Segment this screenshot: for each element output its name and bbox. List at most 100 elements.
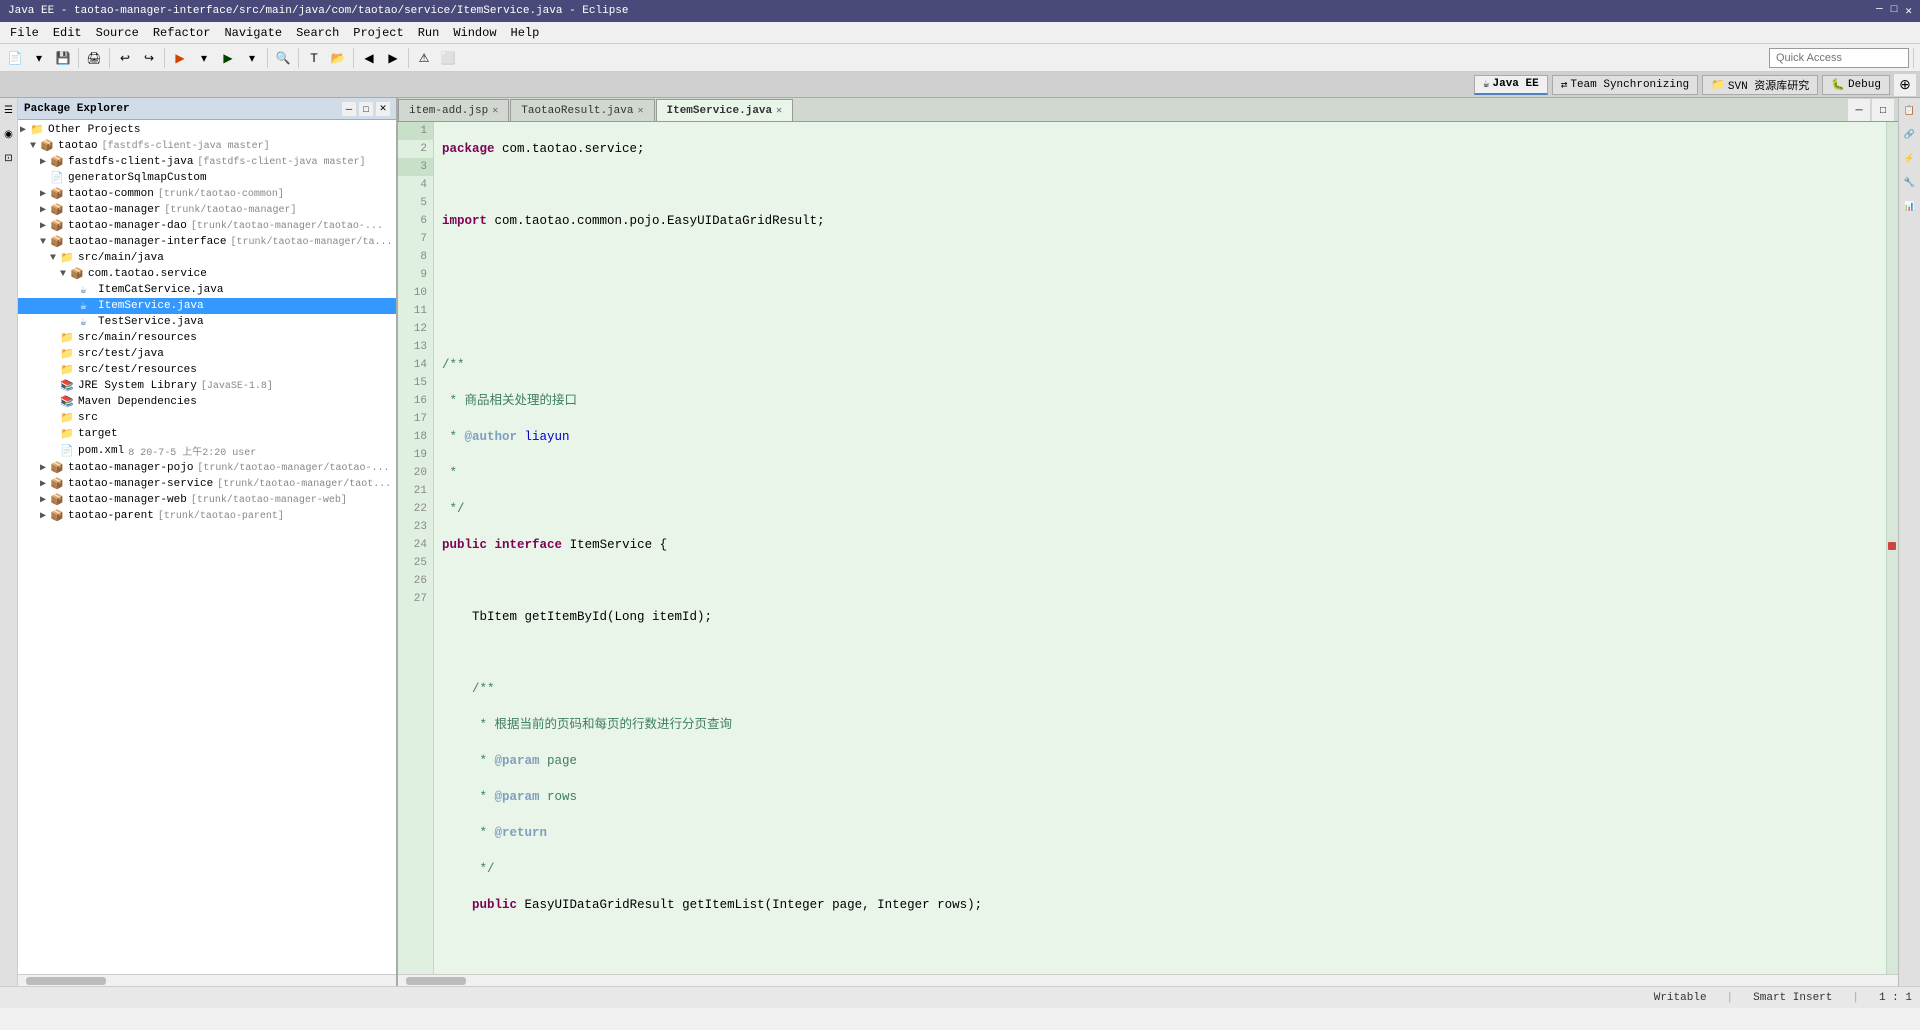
- tree-item-src-test-resources[interactable]: 📁 src/test/resources: [18, 362, 396, 378]
- tree-item-target[interactable]: 📁 target: [18, 426, 396, 442]
- editor-maximize-btn[interactable]: □: [1872, 99, 1894, 121]
- run-btn[interactable]: ▶: [217, 47, 239, 69]
- tree-item-itemservice[interactable]: ☕ ItemService.java: [18, 298, 396, 314]
- tree-label: taotao-manager-service: [68, 478, 213, 490]
- new-dropdown-btn[interactable]: ▾: [28, 47, 50, 69]
- prev-btn[interactable]: ▶: [382, 47, 404, 69]
- menu-edit[interactable]: Edit: [47, 24, 88, 42]
- pe-close-btn[interactable]: ✕: [376, 102, 390, 116]
- right-icon-2[interactable]: 🔗: [1902, 126, 1918, 142]
- maximize-btn[interactable]: □: [1891, 4, 1898, 18]
- menu-navigate[interactable]: Navigate: [218, 24, 288, 42]
- tree-item-other-projects[interactable]: ▶ 📁 Other Projects: [18, 122, 396, 138]
- tree-item-taotao-manager-interface[interactable]: ▼ 📦 taotao-manager-interface [trunk/taot…: [18, 234, 396, 250]
- tree-label: ItemService.java: [98, 300, 204, 312]
- run-dropdown-btn[interactable]: ▾: [241, 47, 263, 69]
- tree-item-maven[interactable]: 📚 Maven Dependencies: [18, 394, 396, 410]
- editor-bottom-scrollbar[interactable]: [398, 974, 1898, 986]
- title-text: Java EE - taotao-manager-interface/src/m…: [8, 5, 629, 17]
- menu-search[interactable]: Search: [290, 24, 345, 42]
- tree-item-src-main-java[interactable]: ▼ 📁 src/main/java: [18, 250, 396, 266]
- tree-item-testservice[interactable]: ☕ TestService.java: [18, 314, 396, 330]
- h-scrollbar-thumb[interactable]: [406, 977, 466, 985]
- open-perspective-btn[interactable]: ⊕: [1894, 74, 1916, 96]
- persp-tab-debug[interactable]: 🐛 Debug: [1822, 75, 1890, 95]
- scrollbar-thumb[interactable]: [26, 977, 106, 985]
- debug-dropdown-btn[interactable]: ▾: [193, 47, 215, 69]
- tree-item-com-taotao-service[interactable]: ▼ 📦 com.taotao.service: [18, 266, 396, 282]
- pe-maximize-btn[interactable]: □: [359, 102, 373, 116]
- tree-arrow: ▶: [40, 494, 50, 506]
- new-btn[interactable]: 📄: [4, 47, 26, 69]
- pe-minimize-btn[interactable]: ─: [342, 102, 356, 116]
- title-bar-controls[interactable]: ─ □ ✕: [1876, 4, 1912, 18]
- title-bar: Java EE - taotao-manager-interface/src/m…: [0, 0, 1920, 22]
- line-num-4: 4: [398, 176, 433, 194]
- tree-item-taotao-manager-web[interactable]: ▶ 📦 taotao-manager-web [trunk/taotao-man…: [18, 492, 396, 508]
- menu-file[interactable]: File: [4, 24, 45, 42]
- right-icon-3[interactable]: ⚡: [1902, 150, 1918, 166]
- menu-source[interactable]: Source: [90, 24, 145, 42]
- search-btn[interactable]: 🔍: [272, 47, 294, 69]
- menu-project[interactable]: Project: [347, 24, 409, 42]
- tab-item-add-jsp[interactable]: item-add.jsp ✕: [398, 99, 509, 121]
- tree-item-taotao-manager-dao[interactable]: ▶ 📦 taotao-manager-dao [trunk/taotao-man…: [18, 218, 396, 234]
- left-icon-2[interactable]: ◉: [1, 126, 17, 142]
- save-btn[interactable]: 💾: [52, 47, 74, 69]
- tree-item-itemcatservice[interactable]: ☕ ItemCatService.java: [18, 282, 396, 298]
- tree-label: src: [78, 412, 98, 424]
- redo-btn[interactable]: ↪: [138, 47, 160, 69]
- right-icon-4[interactable]: 🔧: [1902, 174, 1918, 190]
- right-icon-5[interactable]: 📊: [1902, 198, 1918, 214]
- tab-close-icon[interactable]: ✕: [492, 105, 498, 117]
- console-btn[interactable]: ⬜: [437, 47, 459, 69]
- tab-itemservice[interactable]: ItemService.java ✕: [656, 99, 794, 121]
- tree-item-fastdfs[interactable]: ▶ 📦 fastdfs-client-java [fastdfs-client-…: [18, 154, 396, 170]
- tree-item-src[interactable]: 📁 src: [18, 410, 396, 426]
- left-icon-1[interactable]: ☰: [1, 102, 17, 118]
- tree-label: TestService.java: [98, 316, 204, 328]
- tree-item-taotao-common[interactable]: ▶ 📦 taotao-common [trunk/taotao-common]: [18, 186, 396, 202]
- persp-tab-svn[interactable]: 📁 SVN 资源库研究: [1702, 75, 1818, 95]
- tree-item-taotao[interactable]: ▼ 📦 taotao [fastdfs-client-java master]: [18, 138, 396, 154]
- code-content[interactable]: package com.taotao.service; import com.t…: [434, 122, 1886, 974]
- tree-item-jre[interactable]: 📚 JRE System Library [JavaSE-1.8]: [18, 378, 396, 394]
- close-btn[interactable]: ✕: [1905, 4, 1912, 18]
- tree-item-src-test-java[interactable]: 📁 src/test/java: [18, 346, 396, 362]
- menu-window[interactable]: Window: [447, 24, 502, 42]
- line-num-18: 18: [398, 428, 433, 446]
- quick-access-input[interactable]: [1769, 48, 1909, 68]
- tab-close-icon[interactable]: ✕: [637, 105, 643, 117]
- print-btn[interactable]: 🖨: [83, 47, 105, 69]
- minimize-btn[interactable]: ─: [1876, 4, 1883, 18]
- explorer-scrollbar-h[interactable]: [18, 974, 396, 986]
- problems-btn[interactable]: ⚠: [413, 47, 435, 69]
- toolbar-sep-2: [109, 48, 110, 68]
- persp-tab-team-sync[interactable]: ⇄ Team Synchronizing: [1552, 75, 1698, 95]
- tree-item-taotao-manager-service[interactable]: ▶ 📦 taotao-manager-service [trunk/taotao…: [18, 476, 396, 492]
- tree-item-src-main-resources[interactable]: 📁 src/main/resources: [18, 330, 396, 346]
- tab-close-icon[interactable]: ✕: [776, 105, 782, 117]
- tree-item-taotao-parent[interactable]: ▶ 📦 taotao-parent [trunk/taotao-parent]: [18, 508, 396, 524]
- open-type-btn[interactable]: T: [303, 47, 325, 69]
- java-icon: ☕: [80, 299, 96, 313]
- tree-item-pom[interactable]: 📄 pom.xml 8 20-7-5 上午2:20 user: [18, 442, 396, 460]
- tree-container[interactable]: ▶ 📁 Other Projects ▼ 📦 taotao [fastdfs-c…: [18, 120, 396, 974]
- tree-item-generator[interactable]: 📄 generatorSqlmapCustom: [18, 170, 396, 186]
- tree-item-taotao-manager-pojo[interactable]: ▶ 📦 taotao-manager-pojo [trunk/taotao-ma…: [18, 460, 396, 476]
- next-btn[interactable]: ◀: [358, 47, 380, 69]
- tab-taotaoresult[interactable]: TaotaoResult.java ✕: [510, 99, 654, 121]
- menu-run[interactable]: Run: [412, 24, 446, 42]
- editor-minimize-btn[interactable]: ─: [1848, 99, 1870, 121]
- menu-refactor[interactable]: Refactor: [147, 24, 217, 42]
- debug-btn[interactable]: ▶: [169, 47, 191, 69]
- left-icon-3[interactable]: ⊡: [1, 150, 17, 166]
- menu-help[interactable]: Help: [505, 24, 546, 42]
- code-line-18: * @param page: [442, 752, 1878, 770]
- undo-btn[interactable]: ↩: [114, 47, 136, 69]
- right-icon-1[interactable]: 📋: [1902, 102, 1918, 118]
- persp-tab-java-ee-label: Java EE: [1493, 78, 1539, 90]
- open-resource-btn[interactable]: 📂: [327, 47, 349, 69]
- persp-tab-java-ee[interactable]: ☕ Java EE: [1474, 75, 1548, 95]
- tree-item-taotao-manager[interactable]: ▶ 📦 taotao-manager [trunk/taotao-manager…: [18, 202, 396, 218]
